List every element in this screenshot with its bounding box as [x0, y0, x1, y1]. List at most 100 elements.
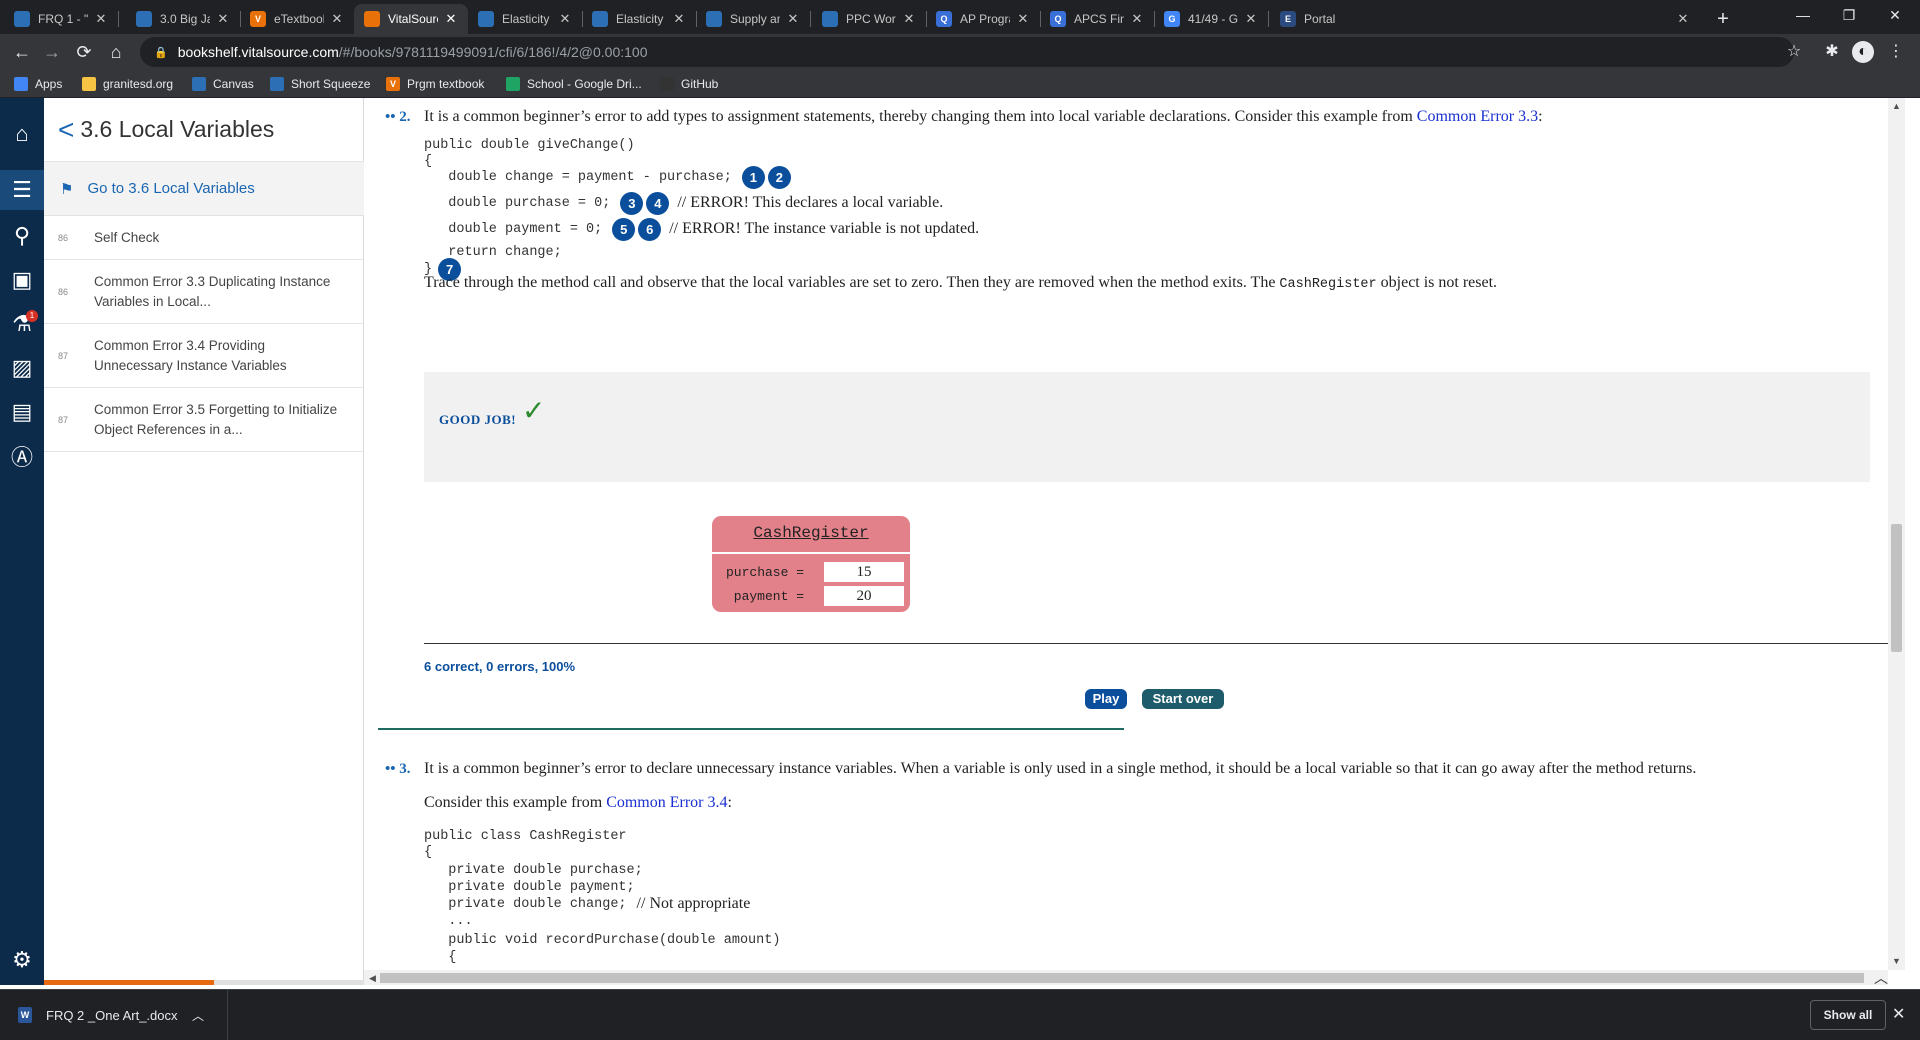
step-marker[interactable]: 1	[741, 165, 765, 189]
field-value: 20	[824, 586, 904, 606]
tab-separator	[118, 11, 119, 27]
url-path: /#/books/9781119499091/cfi/6/186!/4/2@0.…	[338, 44, 648, 60]
step-marker[interactable]: 6	[638, 217, 662, 241]
scroll-up-icon[interactable]: ▲	[1888, 98, 1905, 115]
back-icon[interactable]: ←	[8, 38, 36, 66]
browser-tab[interactable]: FRQ 1 - "One ✕	[4, 4, 118, 34]
left-rail: ⌂ ☰ ⚲ ▣ ⚗ 1 ▨ ▤ Ⓐ ⚙	[0, 98, 44, 985]
browser-tab[interactable]: Q AP Programm ✕	[926, 4, 1040, 34]
browser-tab[interactable]: E Portal ✕	[1270, 4, 1700, 34]
toc-icon[interactable]: ☰	[0, 170, 44, 210]
chevron-left-icon[interactable]: <	[58, 115, 74, 144]
close-icon[interactable]: ✕	[558, 11, 572, 27]
code-line: public double giveChange()	[424, 137, 635, 153]
chevron-up-icon[interactable]: ︿	[192, 1007, 204, 1024]
gear-icon[interactable]: ⚙	[0, 940, 44, 980]
toc-page-number: 86	[58, 286, 69, 297]
close-icon[interactable]: ✕	[1016, 11, 1030, 27]
close-icon[interactable]: ✕	[1244, 11, 1258, 27]
close-icon[interactable]: ✕	[94, 11, 108, 27]
download-item[interactable]: W FRQ 2 _One Art_.docx ︿	[0, 990, 228, 1040]
vertical-scrollbar[interactable]: ▲ ▼	[1888, 98, 1905, 970]
scroll-thumb[interactable]	[1891, 524, 1902, 652]
close-icon[interactable]: ✕	[1130, 11, 1144, 27]
bookmark-item[interactable]: GitHub	[660, 75, 718, 93]
close-icon[interactable]: ✕	[786, 11, 800, 27]
minimize-button[interactable]: —	[1780, 0, 1826, 30]
close-icon[interactable]: ✕	[902, 11, 916, 27]
toc-item[interactable]: 86 Self Check	[44, 216, 364, 260]
bookmark-item[interactable]: School - Google Dri...	[506, 75, 642, 93]
profile-avatar[interactable]: ◐	[1852, 41, 1874, 63]
code-line: private double purchase;	[424, 862, 643, 878]
lab-icon[interactable]: ⚗ 1	[0, 304, 44, 344]
scroll-left-icon[interactable]: ◀	[364, 970, 381, 987]
chart-icon	[270, 77, 284, 91]
close-icon[interactable]: ✕	[330, 11, 344, 27]
bookmark-label: Prgm textbook	[407, 77, 485, 91]
browser-tab[interactable]: Q APCS Final Ch ✕	[1040, 4, 1154, 34]
star-icon[interactable]: ☆	[1782, 40, 1806, 64]
question-text-tail: :	[1538, 108, 1543, 125]
step-marker[interactable]: 4	[646, 191, 670, 215]
tab-title: FRQ 1 - "One	[38, 12, 88, 26]
browser-tab[interactable]: Elasticity of De ✕	[468, 4, 582, 34]
toc-item[interactable]: 87 Common Error 3.4 Providing Unnecessary…	[44, 324, 364, 388]
bookmark-item[interactable]: granitesd.org	[82, 75, 173, 93]
extensions-icon[interactable]: ✱	[1820, 40, 1844, 64]
toc-item[interactable]: 87 Common Error 3.5 Forgetting to Initial…	[44, 388, 364, 452]
address-bar[interactable]: 🔒 bookshelf.vitalsource.com/#/books/9781…	[140, 37, 1794, 67]
scroll-thumb[interactable]	[380, 973, 1864, 983]
step-marker[interactable]: 5	[612, 217, 636, 241]
forward-icon[interactable]: →	[38, 38, 66, 66]
common-error-link[interactable]: Common Error 3.3	[1417, 108, 1538, 125]
word-doc-icon: W	[18, 1007, 32, 1023]
common-error-link[interactable]: Common Error 3.4	[606, 794, 727, 811]
browser-tab[interactable]: Supply and De ✕	[696, 4, 810, 34]
image-icon[interactable]: ▨	[0, 348, 44, 388]
tab-title: 3.0 Big Java C	[160, 12, 210, 26]
close-icon[interactable]: ✕	[216, 11, 230, 27]
start-over-button[interactable]: Start over	[1142, 689, 1224, 709]
tab-separator	[1268, 11, 1269, 27]
field-label: payment =	[733, 589, 804, 604]
close-icon[interactable]: ✕	[1892, 1004, 1905, 1024]
browser-tab[interactable]: VitalSource Bo ✕	[354, 4, 468, 34]
bookmark-icon[interactable]: ▣	[0, 260, 44, 300]
bookmark-item[interactable]: V Prgm textbook	[386, 75, 484, 93]
bookmark-item[interactable]: Apps	[14, 75, 62, 93]
bookmark-item[interactable]: Short Squeeze	[270, 75, 370, 93]
horizontal-scrollbar[interactable]: ◀	[364, 970, 1888, 985]
browser-tab[interactable]: PPC Workshee ✕	[812, 4, 926, 34]
step-marker[interactable]: 2	[767, 165, 791, 189]
new-tab-button[interactable]: +	[1710, 6, 1736, 32]
close-icon[interactable]: ✕	[1676, 11, 1690, 27]
accessibility-icon[interactable]: Ⓐ	[0, 436, 44, 476]
search-icon[interactable]: ⚲	[0, 216, 44, 256]
notes-icon[interactable]: ▤	[0, 392, 44, 432]
menu-icon[interactable]: ⋮	[1884, 40, 1908, 64]
browser-tab[interactable]: 3.0 Big Java C ✕	[126, 4, 240, 34]
close-icon[interactable]: ✕	[444, 11, 458, 27]
step-marker[interactable]: 3	[620, 191, 644, 215]
toc-item-label: Common Error 3.5 Forgetting to Initializ…	[94, 401, 338, 437]
reload-icon[interactable]: ⟳	[70, 38, 98, 66]
browser-tab[interactable]: VeTextbooks | R ✕	[240, 4, 354, 34]
toc-item[interactable]: 86 Common Error 3.3 Duplicating Instance …	[44, 260, 364, 324]
restore-button[interactable]: ❐	[1826, 0, 1872, 30]
home-icon[interactable]: ⌂	[0, 114, 44, 154]
home-icon[interactable]: ⌂	[102, 38, 130, 66]
close-icon[interactable]: ✕	[672, 11, 686, 27]
consider-text-tail: :	[727, 794, 732, 811]
trace-text-tail: object is not reset.	[1376, 274, 1498, 291]
browser-tab[interactable]: G 41/49 - Googl ✕	[1154, 4, 1268, 34]
bookmark-item[interactable]: Canvas	[192, 75, 254, 93]
chevron-up-icon[interactable]: ︿	[1870, 968, 1892, 986]
toc-item-label: Common Error 3.3 Duplicating Instance Va…	[94, 273, 331, 309]
play-button[interactable]: Play	[1085, 689, 1127, 709]
browser-tab[interactable]: Elasticity of Su ✕	[582, 4, 696, 34]
show-all-button[interactable]: Show all	[1810, 1000, 1886, 1030]
goto-section-link[interactable]: ⚑ Go to 3.6 Local Variables	[44, 162, 364, 216]
question-text: It is a common beginner’s error to decla…	[424, 760, 1697, 777]
close-window-button[interactable]: ✕	[1872, 0, 1918, 30]
